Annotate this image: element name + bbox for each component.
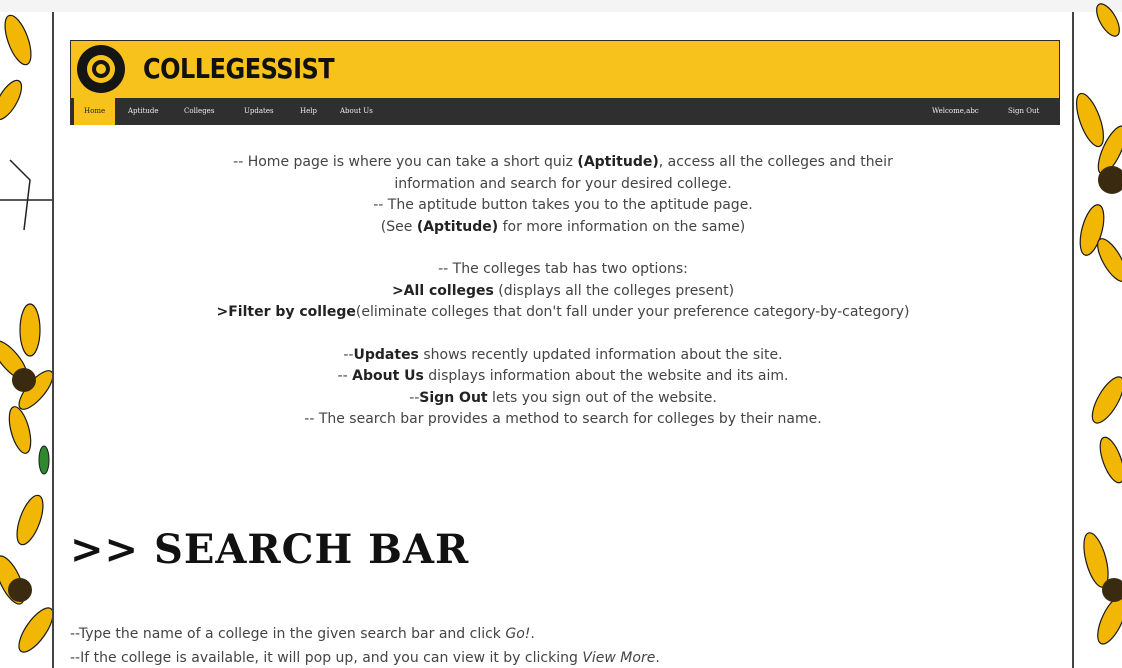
intro-line-1: -- Home page is where you can take a sho…: [233, 154, 893, 170]
intro-line-4: (See (Aptitude) for more information on …: [380, 218, 746, 235]
colleges-tab-line: -- The colleges tab has two options:: [438, 261, 688, 277]
page-top-strip: [0, 0, 1122, 12]
updates-line: --Updates shows recently updated informa…: [343, 346, 783, 363]
nav-bar: Home Aptitude Colleges Updates Help Abou…: [70, 98, 1060, 125]
search-instruction-2: --If the college is available, it will p…: [70, 650, 660, 666]
sign-out-line: --Sign Out lets you sign out of the webs…: [409, 389, 717, 406]
sunflower-decoration-right: [1075, 3, 1122, 645]
sunflower-decoration-left: [0, 14, 52, 653]
help-content: -- Home page is where you can take a sho…: [54, 152, 1072, 431]
nav-about[interactable]: About Us: [340, 98, 373, 125]
intro-line-3: -- The aptitude button takes you to the …: [373, 197, 753, 213]
nav-colleges[interactable]: Colleges: [184, 98, 214, 125]
search-bar-heading: >> SEARCH BAR: [70, 526, 470, 573]
document-page: COLLEGESSIST Home Aptitude Colleges Upda…: [52, 12, 1074, 668]
search-bar-line: -- The search bar provides a method to s…: [304, 411, 822, 427]
nav-welcome: Welcome,abc: [932, 107, 979, 115]
logo-icon: [77, 45, 125, 93]
brand-name: COLLEGESSIST: [143, 52, 335, 86]
site-header: COLLEGESSIST: [70, 40, 1060, 100]
nav-sign-out[interactable]: Sign Out: [1008, 98, 1039, 125]
filter-college-line: >Filter by college(eliminate colleges th…: [216, 304, 910, 320]
intro-line-2: information and search for your desired …: [394, 175, 732, 192]
nav-aptitude[interactable]: Aptitude: [128, 98, 159, 125]
search-instruction-1: --Type the name of a college in the give…: [70, 626, 535, 642]
all-colleges-line: >All colleges (displays all the colleges…: [391, 282, 735, 299]
nav-updates[interactable]: Updates: [244, 98, 274, 125]
nav-home[interactable]: Home: [74, 98, 116, 125]
about-us-line: -- About Us displays information about t…: [337, 368, 789, 384]
nav-help[interactable]: Help: [300, 98, 317, 125]
